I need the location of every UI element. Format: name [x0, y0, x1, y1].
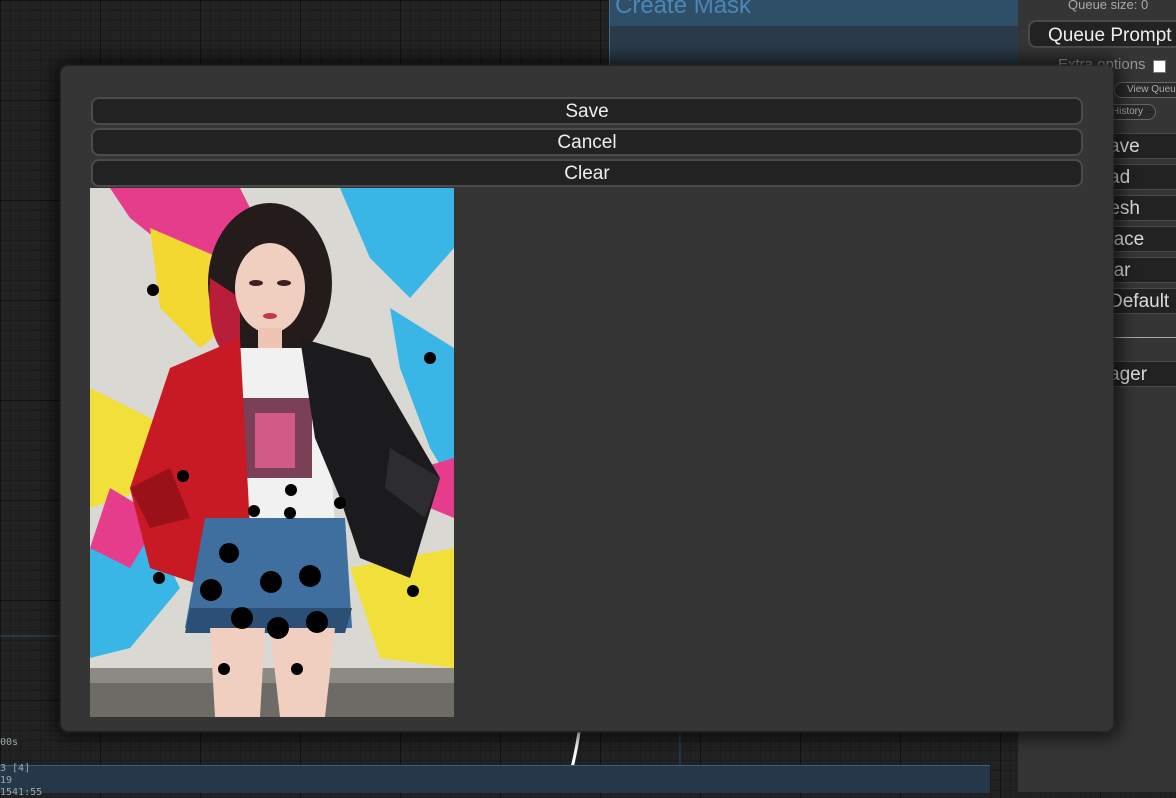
view-queue-button[interactable]: View Queue	[1114, 82, 1176, 98]
save-button[interactable]: Save	[91, 97, 1083, 125]
queue-prompt-button[interactable]: Queue Prompt	[1028, 20, 1176, 48]
queue-size-label: Queue size: 0	[1068, 0, 1149, 12]
canvas-image	[90, 188, 454, 717]
mask-canvas[interactable]	[90, 188, 454, 717]
mask-editor-dialog: Save Cancel Clear	[61, 66, 1113, 731]
graph-text: 1541:55	[0, 787, 43, 798]
graph-text: 00s	[0, 737, 19, 748]
clear-button[interactable]: Clear	[91, 159, 1083, 187]
background-node-strip	[0, 765, 990, 793]
cancel-button[interactable]: Cancel	[91, 128, 1083, 156]
node-title: Create Mask	[615, 0, 752, 19]
graph-text: 3 [4]	[0, 763, 31, 774]
graph-text: 19	[0, 775, 13, 786]
extra-options-checkbox[interactable]	[1153, 60, 1166, 73]
